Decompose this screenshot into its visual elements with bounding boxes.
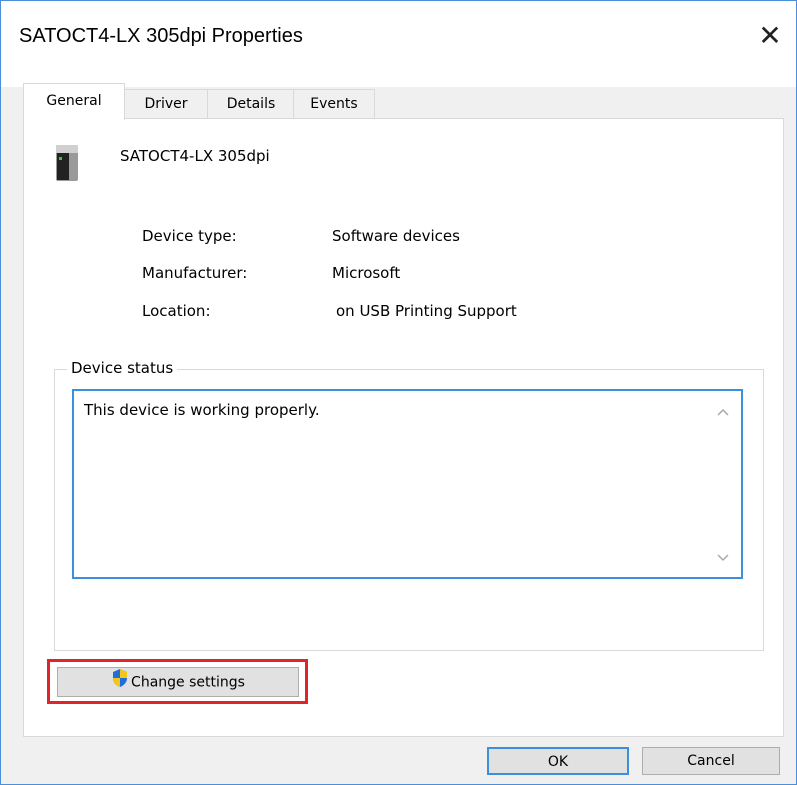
tab-events[interactable]: Events — [293, 89, 375, 118]
change-settings-button[interactable]: Change settings — [57, 667, 299, 697]
change-settings-label: Change settings — [131, 674, 245, 691]
device-status-label: Device status — [67, 359, 178, 377]
location-value: on USB Printing Support — [336, 302, 517, 320]
cancel-button[interactable]: Cancel — [642, 747, 780, 775]
tab-details[interactable]: Details — [207, 89, 295, 118]
device-type-value: Software devices — [332, 227, 460, 245]
manufacturer-label: Manufacturer: — [142, 264, 248, 282]
device-type-label: Device type: — [142, 227, 237, 245]
close-icon[interactable]: ✕ — [752, 19, 788, 55]
device-name: SATOCT4-LX 305dpi — [120, 147, 270, 165]
ok-button[interactable]: OK — [487, 747, 629, 775]
printer-device-icon — [54, 141, 80, 189]
status-text: This device is working properly. — [84, 401, 320, 419]
tab-driver[interactable]: Driver — [123, 89, 209, 118]
location-label: Location: — [142, 302, 211, 320]
general-tab-page: SATOCT4-LX 305dpi Device type: Software … — [23, 118, 784, 737]
scroll-up-icon[interactable] — [715, 405, 731, 421]
tab-general[interactable]: General — [23, 83, 125, 120]
scroll-down-icon[interactable] — [715, 551, 731, 567]
title-bar: SATOCT4-LX 305dpi Properties ✕ — [1, 1, 796, 87]
shield-icon — [111, 668, 129, 697]
properties-dialog: SATOCT4-LX 305dpi Properties ✕ General D… — [0, 0, 797, 785]
window-title: SATOCT4-LX 305dpi Properties — [19, 25, 303, 47]
manufacturer-value: Microsoft — [332, 264, 401, 282]
status-textbox[interactable]: This device is working properly. — [72, 389, 743, 579]
